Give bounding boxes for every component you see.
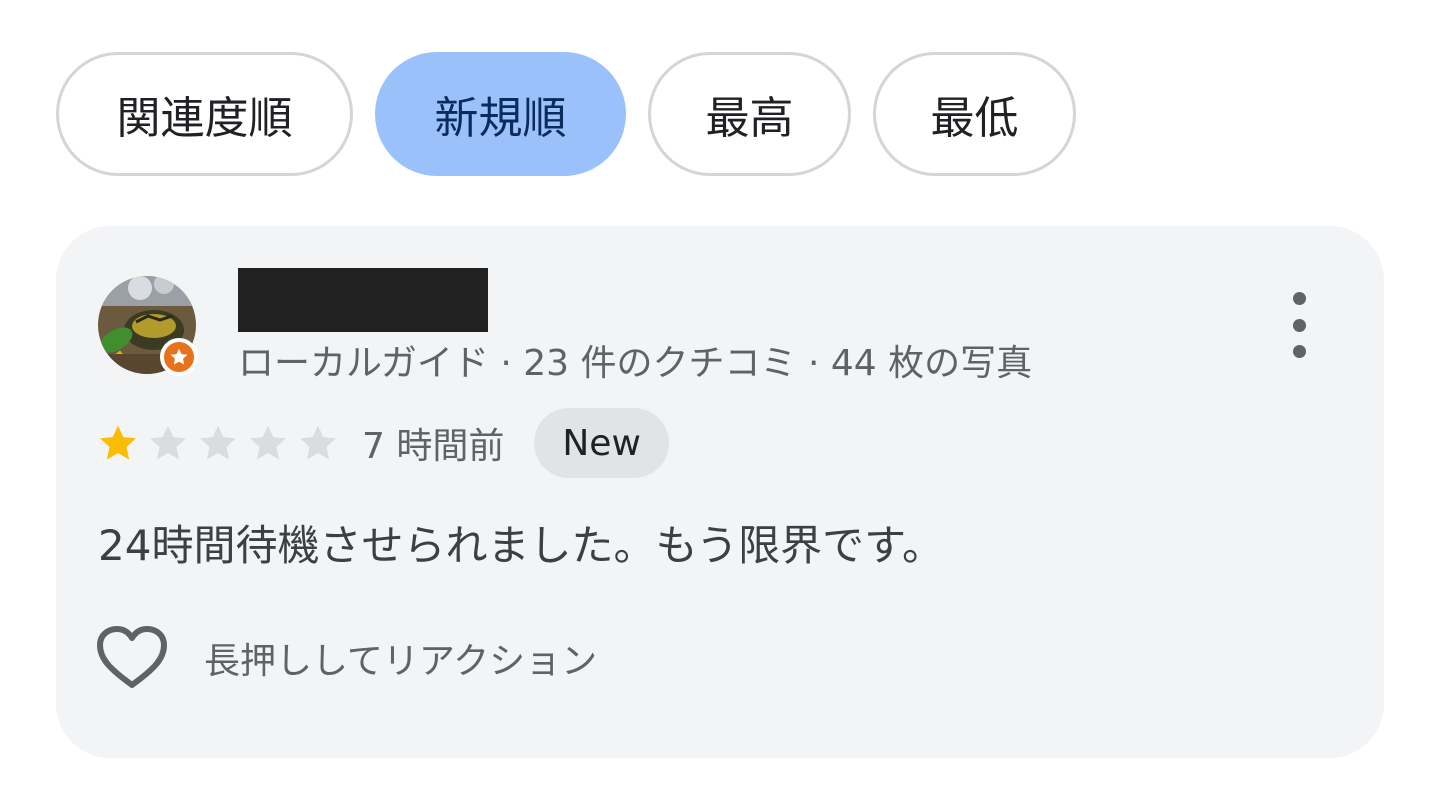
review-card: ローカルガイド · 23 件のクチコミ · 44 枚の写真 7 時間前 New … [56,226,1384,758]
reaction-button[interactable]: 長押ししてリアクション [96,622,597,694]
more-vert-icon[interactable] [1282,292,1316,358]
chip-lowest[interactable]: 最低 [873,52,1076,176]
reviewer-meta: ローカルガイド · 23 件のクチコミ · 44 枚の写真 [238,343,1033,384]
star-rating [96,421,340,465]
reviewer-avatar[interactable] [98,276,198,376]
heart-outline-icon [97,626,167,688]
sort-chips: 関連度順 新規順 最高 最低 [56,52,1076,176]
star-empty-icon [200,425,236,460]
chip-highest[interactable]: 最高 [648,52,851,176]
local-guide-star-icon [160,338,198,376]
reaction-label: 長押ししてリアクション [204,641,598,682]
new-badge: New [534,408,669,478]
star-empty-icon [150,425,186,460]
star-empty-icon [300,425,336,460]
reviewer-name-redacted [238,268,488,332]
star-empty-icon [250,425,286,460]
star-filled-icon [100,425,136,460]
chip-newest[interactable]: 新規順 [375,52,626,176]
rating-row: 7 時間前 New [96,408,669,478]
review-time: 7 時間前 [362,426,505,467]
chip-relevance[interactable]: 関連度順 [56,52,353,176]
review-text: 24時間待機させられました。もう限界です。 [98,521,944,570]
